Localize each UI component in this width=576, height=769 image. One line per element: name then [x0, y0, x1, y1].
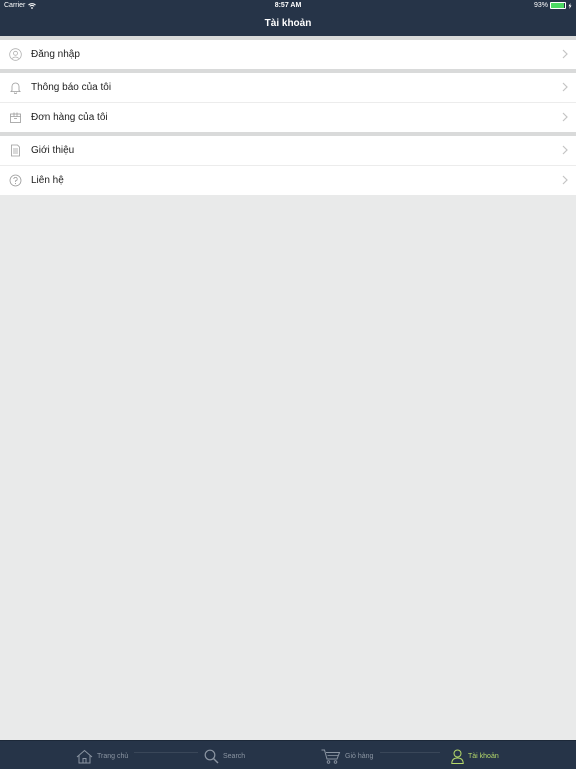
menu-item-contact[interactable]: Liên hệ	[0, 166, 576, 195]
help-circle-icon	[9, 174, 22, 187]
search-icon	[204, 749, 219, 763]
account-menu: Đăng nhập Thông báo của tôi Đơn hàng của…	[0, 36, 576, 195]
menu-item-label: Đăng nhập	[31, 49, 80, 60]
menu-item-label: Liên hệ	[31, 175, 64, 186]
bell-icon	[10, 82, 21, 94]
menu-item-orders[interactable]: Đơn hàng của tôi	[0, 103, 576, 132]
document-icon	[11, 144, 20, 157]
tab-account[interactable]: Tài khoản	[451, 745, 499, 767]
chevron-right-icon	[562, 82, 568, 92]
chevron-right-icon	[562, 112, 568, 122]
status-time: 8:57 AM	[274, 2, 302, 9]
page-title: Tài khoản	[264, 18, 312, 29]
tab-search[interactable]: Search	[204, 745, 245, 767]
tab-label: Tài khoản	[468, 752, 499, 760]
tab-divider	[380, 752, 440, 753]
menu-item-label: Thông báo của tôi	[31, 82, 112, 93]
menu-item-label: Giới thiệu	[31, 145, 75, 156]
battery-icon	[550, 2, 566, 9]
chevron-right-icon	[562, 145, 568, 155]
navigation-bar: Tài khoản	[0, 12, 576, 36]
charging-icon	[568, 2, 572, 9]
menu-item-about[interactable]: Giới thiệu	[0, 136, 576, 166]
battery-percent: 93%	[533, 2, 548, 9]
box-icon	[10, 112, 21, 123]
cart-icon	[321, 749, 341, 764]
user-icon	[451, 749, 464, 764]
chevron-right-icon	[562, 175, 568, 185]
menu-item-notifications[interactable]: Thông báo của tôi	[0, 73, 576, 103]
tab-cart[interactable]: Giỏ hàng	[321, 745, 373, 767]
menu-item-label: Đơn hàng của tôi	[31, 112, 108, 123]
status-bar: Carrier 8:57 AM 93%	[0, 0, 576, 12]
home-icon	[76, 749, 93, 763]
tab-home[interactable]: Trang chủ	[76, 745, 128, 767]
menu-item-login[interactable]: Đăng nhập	[0, 40, 576, 69]
tab-label: Giỏ hàng	[345, 752, 374, 760]
battery-fill	[551, 3, 565, 8]
tab-divider	[134, 752, 198, 753]
tab-bar: Trang chủ Search Giỏ hàng Tài khoản	[0, 740, 576, 769]
tab-label: Trang chủ	[97, 752, 129, 760]
battery-group: 93%	[534, 2, 572, 9]
chevron-right-icon	[562, 49, 568, 59]
user-circle-icon	[9, 48, 22, 61]
tab-label: Search	[223, 752, 246, 760]
